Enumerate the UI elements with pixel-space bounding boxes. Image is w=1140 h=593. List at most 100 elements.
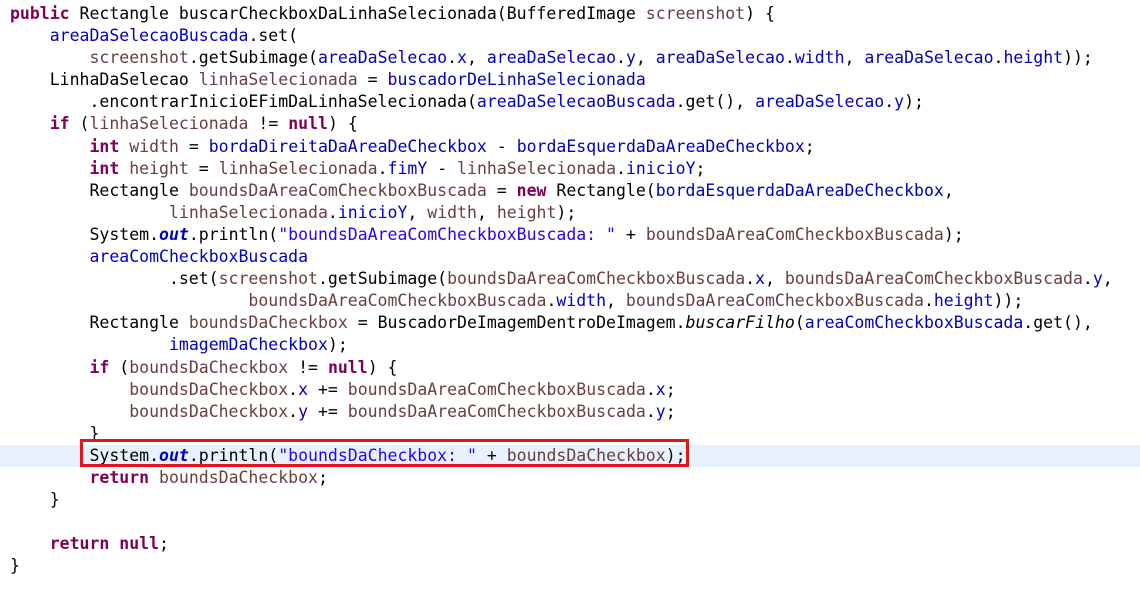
code-line[interactable]: imagemDaCheckbox); [0,334,1140,356]
code-token: . [745,269,756,289]
code-token: y [655,401,666,421]
code-token: out [159,445,189,465]
code-token: = [486,180,517,200]
code-line[interactable]: areaComCheckboxBuscada [0,246,1140,268]
code-token: , [635,48,656,68]
code-token: = [188,158,219,178]
code-line[interactable]: if (boundsDaCheckbox != null) { [0,357,1140,379]
code-token: . [993,48,1004,68]
code-token: ; [695,158,706,178]
code-line[interactable]: screenshot.getSubimage(areaDaSelecao.x, … [0,47,1140,69]
code-token: Rectangle( [546,180,656,200]
code-token: , [466,48,487,68]
code-line[interactable]: areaDaSelecaoBuscada.set( [0,25,1140,47]
code-token: .get(), [675,92,756,112]
code-token: System. [10,224,160,244]
code-token: screenshot [645,4,746,23]
code-token: .getSubimage( [188,48,318,68]
code-line[interactable]: } [0,555,1140,577]
code-line[interactable]: LinhaDaSelecao linhaSelecionada = buscad… [0,69,1140,91]
code-token: y [1092,269,1103,289]
code-token: public [10,4,70,23]
code-token: boundsDaAreaComCheckboxBuscada [347,379,646,399]
code-token: linhaSelecionada [457,158,617,178]
code-token: null [119,534,160,554]
code-token: boundsDaCheckbox [188,313,348,333]
code-token: height [129,158,189,178]
code-token: areaDaSelecao [655,48,785,68]
code-editor[interactable]: public Rectangle buscarCheckboxDaLinhaSe… [0,3,1140,577]
code-line[interactable]: System.out.println("boundsDaAreaComCheck… [0,224,1140,246]
code-token: linhaSelecionada [218,158,378,178]
code-token: areaDaSelecao [486,48,616,68]
code-token: Rectangle [10,313,189,333]
code-token: screenshot [218,269,318,289]
code-token: ; [665,401,676,421]
code-line[interactable]: boundsDaCheckbox.x += boundsDaAreaComChe… [0,379,1140,401]
code-token: , [476,202,497,222]
code-line-current[interactable]: System.out.println("boundsDaCheckbox: " … [0,444,1140,467]
code-token: , [765,269,785,289]
code-token: ) { [367,357,398,377]
code-token: . [616,158,626,178]
code-token: areaDaSelecao [317,48,448,68]
code-token: y [894,92,905,112]
code-token: .println( [188,445,279,465]
code-token: )); [993,291,1024,311]
code-token: fimY [387,158,428,178]
code-token: , [1102,269,1113,289]
code-token: x [298,379,309,399]
code-token: boundsDaAreaComCheckboxBuscada [625,291,924,311]
code-token: linhaSelecionada [168,202,328,222]
code-token: inicioY [337,202,408,222]
code-token: boundsDaAreaComCheckboxBuscada [645,224,944,244]
code-token: ) { [745,4,775,23]
code-line[interactable]: return null; [0,533,1140,555]
code-token: areaDaSelecaoBuscada [49,26,249,46]
code-token: . [377,158,388,178]
code-line[interactable]: Rectangle boundsDaAreaComCheckboxBuscada… [0,180,1140,202]
code-line[interactable]: linhaSelecionada.inicioY, width, height)… [0,202,1140,224]
code-line[interactable] [0,511,1140,533]
code-token: boundsDaAreaComCheckboxBuscada [248,291,547,311]
code-line[interactable]: } [0,423,1140,445]
code-line[interactable]: int width = bordaDireitaDaAreaDeCheckbox… [0,136,1140,158]
code-token: bordaEsquerdaDaAreaDeCheckbox [516,136,805,156]
code-token: , [606,291,626,311]
code-token: boundsDaAreaComCheckboxBuscada [447,269,746,289]
code-line[interactable]: if (linhaSelecionada != null) { [0,113,1140,135]
code-token: bordaDireitaDaAreaDeCheckbox [208,136,487,156]
code-token: } [10,556,20,576]
code-line[interactable]: boundsDaCheckbox.y += boundsDaAreaComChe… [0,401,1140,423]
code-token: out [159,224,189,244]
code-token: += [308,401,348,421]
code-line[interactable]: boundsDaAreaComCheckboxBuscada.width, bo… [0,290,1140,312]
code-line[interactable]: Rectangle boundsDaCheckbox = BuscadorDeI… [0,312,1140,334]
code-token: linhaSelecionada [89,114,249,134]
code-line[interactable]: return boundsDaCheckbox; [0,467,1140,489]
code-token: ); [943,224,964,244]
code-token: x [655,379,666,399]
code-line[interactable]: .set(screenshot.getSubimage(boundsDaArea… [0,268,1140,290]
code-line[interactable]: } [0,489,1140,511]
code-token: null [288,114,328,134]
code-token: ; [159,534,169,554]
code-line[interactable]: .encontrarInicioEFimDaLinhaSelecionada(a… [0,91,1140,113]
code-token: .set( [10,269,219,289]
code-token: y [298,401,309,421]
code-token: += [308,379,348,399]
code-token: . [1082,269,1093,289]
code-token: x [457,48,467,68]
code-token: = [178,136,209,156]
code-token: width [129,136,179,156]
code-token: boundsDaCheckbox [129,401,289,421]
code-line[interactable]: int height = linhaSelecionada.fimY - lin… [0,158,1140,180]
code-line[interactable]: public Rectangle buscarCheckboxDaLinhaSe… [0,3,1140,25]
code-token: .set( [248,26,299,46]
